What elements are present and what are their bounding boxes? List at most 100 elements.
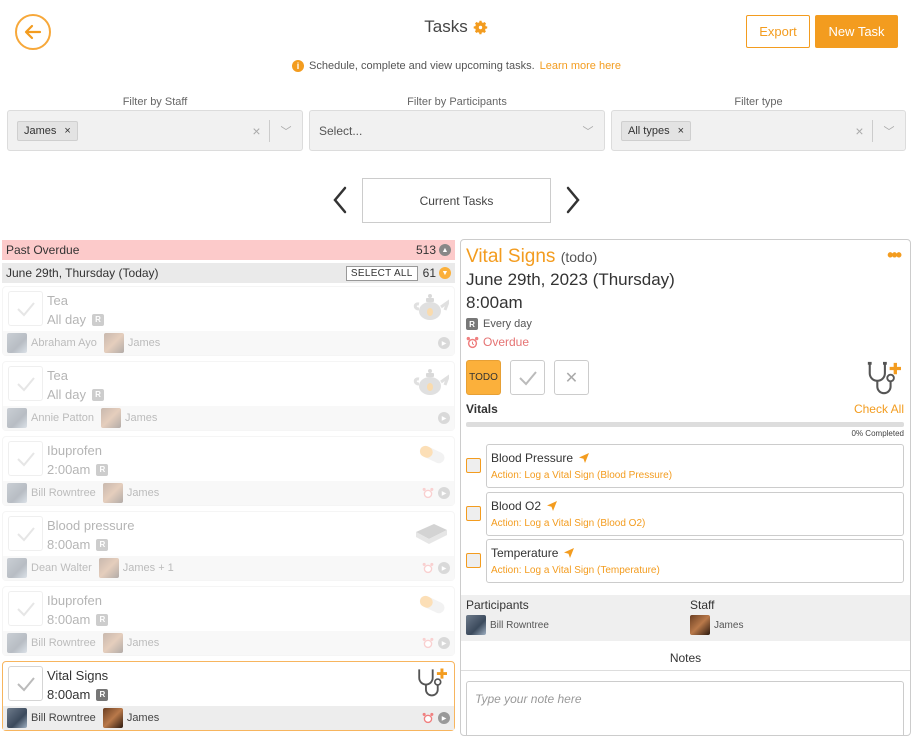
play-icon[interactable]: ▶ — [438, 337, 450, 349]
play-icon[interactable]: ▶ — [438, 712, 450, 724]
vital-item[interactable]: Temperature Action: Log a Vital Sign (Tem… — [486, 539, 904, 583]
type-chip-label: All types — [628, 124, 670, 137]
chevron-down-icon[interactable]: ﹀ — [572, 123, 604, 139]
vitals-label: Vitals — [466, 402, 498, 416]
learn-more-link[interactable]: Learn more here — [540, 60, 621, 72]
chevron-right-icon[interactable] — [563, 184, 583, 216]
progress-text: 0% Completed — [851, 429, 904, 438]
recurring-badge-icon: R — [96, 538, 109, 551]
play-icon[interactable]: ▶ — [438, 637, 450, 649]
filter-staff-select[interactable]: James × × ﹀ — [7, 110, 303, 151]
task-checkbox[interactable] — [8, 591, 43, 626]
vital-checkbox[interactable] — [466, 553, 481, 568]
play-icon[interactable]: ▶ — [438, 412, 450, 424]
gear-icon[interactable] — [472, 19, 489, 36]
task-time-text: 8:00am — [47, 612, 91, 627]
today-count: 61 — [422, 266, 436, 280]
task-staff: James — [102, 483, 159, 503]
play-icon[interactable]: ▶ — [438, 487, 450, 499]
today-header[interactable]: June 29th, Thursday (Today) SELECT ALL 6… — [2, 263, 455, 283]
task-title: Ibuprofen — [47, 593, 102, 608]
collapse-up-icon[interactable]: ▲ — [439, 244, 451, 256]
task-card[interactable]: Ibuprofen 2:00am R Bill Rowntree James ▶ — [2, 436, 455, 506]
people-section: Participants Bill Rowntree Staff James — [461, 595, 910, 641]
chevron-down-icon[interactable]: ﹀ — [873, 123, 905, 139]
clear-icon[interactable]: × — [244, 119, 270, 142]
more-options-icon[interactable]: ••• — [887, 245, 902, 266]
past-overdue-header[interactable]: Past Overdue 513 ▲ — [2, 240, 455, 260]
notes-label: Notes — [669, 651, 702, 665]
info-line: i Schedule, complete and view upcoming t… — [0, 60, 913, 72]
task-staff-name: James — [126, 712, 160, 724]
task-title: Vital Signs — [47, 668, 109, 683]
task-footer: Bill Rowntree James ▶ — [3, 706, 454, 730]
export-button[interactable]: Export — [746, 15, 810, 48]
chevron-left-icon[interactable] — [330, 184, 350, 216]
task-card[interactable]: Ibuprofen 8:00am R Bill Rowntree James ▶ — [2, 586, 455, 656]
new-task-button[interactable]: New Task — [815, 15, 898, 48]
vital-name: Blood O2 — [491, 499, 558, 513]
vital-checkbox[interactable] — [466, 506, 481, 521]
pill-icon — [413, 441, 449, 473]
avatar — [7, 408, 27, 428]
alarm-clock-icon — [422, 712, 434, 724]
task-participant: Bill Rowntree — [31, 637, 96, 649]
participants-label: Participants — [466, 598, 529, 612]
task-staff-name: James — [125, 412, 158, 424]
task-time: 2:00am R — [47, 462, 109, 477]
task-card[interactable]: Vital Signs 8:00am R Bill Rowntree James ▶ — [2, 661, 455, 731]
task-checkbox[interactable] — [8, 366, 43, 401]
staff-name: James — [714, 619, 744, 631]
notes-input[interactable]: Type your note here — [466, 681, 904, 735]
task-card[interactable]: Tea All day R Abraham Ayo James ▶ — [2, 286, 455, 356]
task-footer: Bill Rowntree James ▶ — [3, 631, 454, 655]
play-icon[interactable]: ▶ — [438, 562, 450, 574]
detail-participant[interactable]: Bill Rowntree — [466, 615, 549, 635]
vital-checkbox[interactable] — [466, 458, 481, 473]
current-tasks-button[interactable]: Current Tasks — [362, 178, 551, 223]
task-actions: ▶ — [422, 562, 454, 574]
task-title: Tea — [47, 293, 68, 308]
checkmark-icon — [16, 451, 35, 466]
checkmark-icon — [518, 370, 537, 385]
detail-recurrence: R Every day — [466, 318, 532, 330]
avatar — [7, 708, 27, 728]
task-card[interactable]: Tea All day R Annie Patton James ▶ — [2, 361, 455, 431]
avatar — [101, 408, 121, 428]
filter-participants-select[interactable]: Select... ﹀ — [309, 110, 605, 151]
task-title: Blood pressure — [47, 518, 135, 533]
page-title-text: Tasks — [424, 17, 468, 36]
task-checkbox[interactable] — [8, 516, 43, 551]
task-footer: Dean Walter James + 1 ▶ — [3, 556, 454, 580]
done-status-button[interactable] — [510, 360, 545, 395]
vital-item[interactable]: Blood O2 Action: Log a Vital Sign (Blood … — [486, 492, 904, 536]
chevron-down-icon[interactable]: ﹀ — [270, 123, 302, 139]
recurring-badge-icon: R — [466, 318, 478, 330]
filter-type-select[interactable]: All types × × ﹀ — [611, 110, 906, 151]
task-card[interactable]: Blood pressure 8:00am R Dean Walter James + … — [2, 511, 455, 581]
vital-item[interactable]: Blood Pressure Action: Log a Vital Sign (… — [486, 444, 904, 488]
task-checkbox[interactable] — [8, 441, 43, 476]
check-all-link[interactable]: Check All — [854, 402, 904, 416]
cancel-status-button[interactable]: ✕ — [554, 360, 589, 395]
send-arrow-icon — [579, 453, 590, 463]
avatar — [466, 615, 486, 635]
avatar — [98, 558, 119, 578]
detail-staff[interactable]: James — [690, 615, 743, 635]
checkmark-icon — [16, 601, 35, 616]
task-checkbox[interactable] — [8, 666, 43, 701]
collapse-down-icon[interactable]: ▼ — [439, 267, 451, 279]
avatar — [102, 483, 123, 503]
chip-remove-icon[interactable]: × — [678, 125, 684, 137]
chip-remove-icon[interactable]: × — [64, 125, 70, 137]
detail-date: June 29th, 2023 (Thursday) — [466, 270, 675, 289]
avatar — [7, 333, 27, 353]
select-all-button[interactable]: SELECT ALL — [345, 265, 418, 281]
detail-status-text: (todo) — [560, 249, 598, 265]
task-participant: Bill Rowntree — [31, 487, 96, 499]
avatar — [690, 615, 710, 635]
clear-icon[interactable]: × — [847, 119, 873, 142]
task-checkbox[interactable] — [8, 291, 43, 326]
todo-status-button[interactable]: TODO — [466, 360, 501, 395]
teapot-icon — [413, 291, 452, 323]
